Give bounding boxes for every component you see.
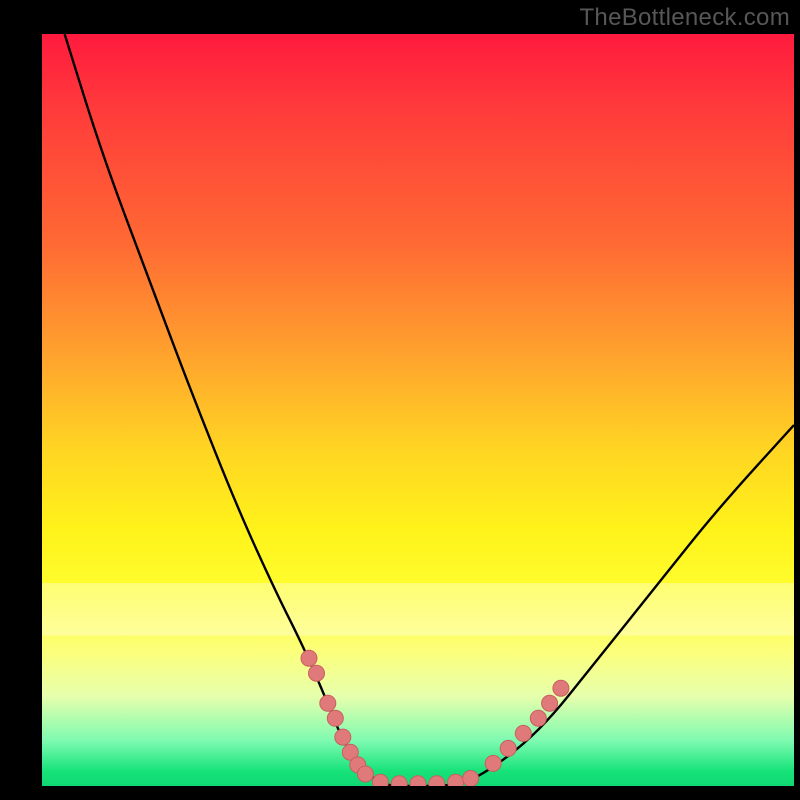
data-point — [335, 729, 351, 745]
data-point — [301, 650, 317, 666]
data-point — [515, 725, 531, 741]
data-point — [372, 774, 388, 786]
data-point — [410, 776, 426, 786]
data-point — [357, 766, 373, 782]
data-point — [500, 740, 516, 756]
data-point — [320, 695, 336, 711]
data-point — [542, 695, 558, 711]
data-point — [429, 776, 445, 786]
plot-area — [42, 34, 794, 786]
data-point — [448, 774, 464, 786]
chart-frame: TheBottleneck.com — [0, 0, 800, 800]
data-point — [309, 665, 325, 681]
data-point — [463, 771, 479, 787]
data-point — [553, 680, 569, 696]
bottleneck-curve — [65, 34, 794, 786]
data-point — [391, 776, 407, 786]
scatter-dots — [301, 650, 569, 786]
data-point — [530, 710, 546, 726]
watermark-text: TheBottleneck.com — [579, 4, 790, 32]
chart-svg — [42, 34, 794, 786]
data-point — [327, 710, 343, 726]
data-point — [485, 755, 501, 771]
pale-band — [42, 583, 794, 636]
